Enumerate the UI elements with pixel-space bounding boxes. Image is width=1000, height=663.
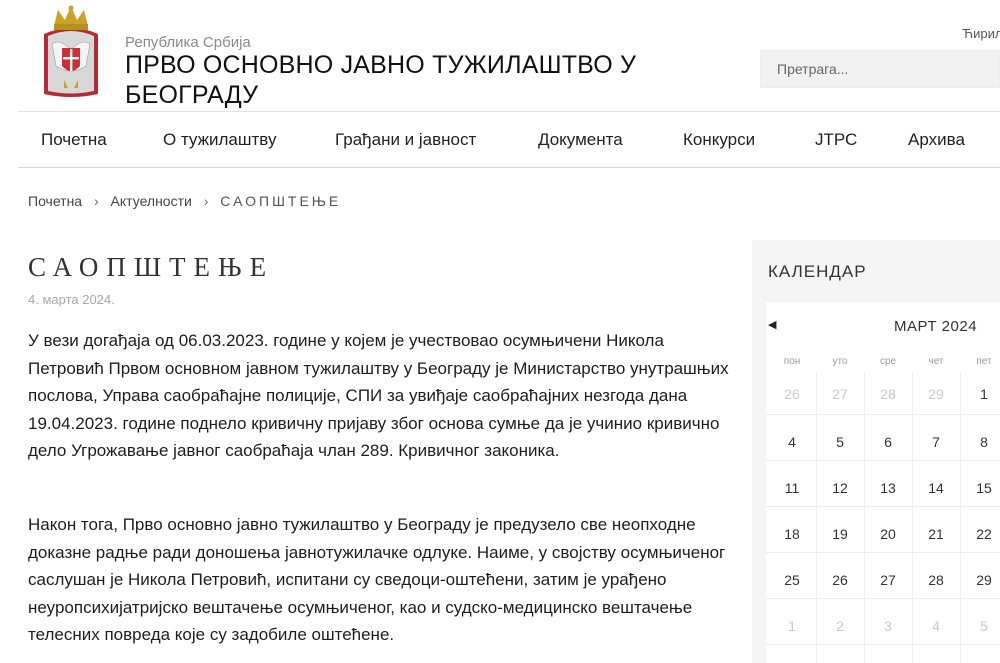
calendar-day[interactable]: 29: [961, 572, 1000, 588]
calendar-day[interactable]: 5: [961, 618, 1000, 634]
breadcrumb-section[interactable]: Актуелности: [111, 193, 192, 209]
article-paragraph: Након тога, Прво основно јавно тужилаштв…: [28, 515, 726, 644]
calendar-day[interactable]: 6: [865, 434, 911, 450]
calendar-widget: КАЛЕНДАР ◀ МАРТ 2024 пон уто сре чет пет 26 27…: [752, 240, 1000, 663]
breadcrumb-current: САОПШТЕЊЕ: [220, 193, 342, 209]
calendar-day[interactable]: 11: [769, 480, 815, 496]
calendar-day[interactable]: 25: [769, 572, 815, 588]
nav-item-home[interactable]: Почетна: [41, 130, 107, 150]
calendar-day[interactable]: 8: [961, 434, 1000, 450]
calendar-day[interactable]: 5: [817, 434, 863, 450]
nav-item-jtrs[interactable]: ЈТРС: [815, 130, 857, 150]
calendar-grid-line: [766, 644, 1000, 645]
calendar-day[interactable]: 26: [817, 572, 863, 588]
republic-label: Република Србија: [125, 34, 251, 51]
search-box[interactable]: [760, 50, 1000, 88]
calendar-day[interactable]: 29: [913, 386, 959, 402]
main-nav: Почетна О тужилаштву Грађани и јавност Д…: [18, 111, 1000, 168]
nav-item-archive[interactable]: Архива: [908, 130, 965, 150]
calendar-day[interactable]: 27: [865, 572, 911, 588]
calendar-weekday: чет: [928, 356, 944, 367]
calendar-day[interactable]: 18: [769, 526, 815, 542]
calendar-day[interactable]: 27: [817, 386, 863, 402]
calendar-day[interactable]: 7: [913, 434, 959, 450]
calendar-day[interactable]: 4: [769, 434, 815, 450]
calendar-day[interactable]: 22: [961, 526, 1000, 542]
calendar-grid: ◀ МАРТ 2024 пон уто сре чет пет 26 27 28 29 1 4 5 6 7…: [766, 302, 1000, 663]
calendar-grid-line: [766, 414, 1000, 415]
article-title: САОПШТЕЊЕ: [28, 252, 275, 282]
nav-item-citizens[interactable]: Грађани и јавност: [335, 130, 476, 150]
calendar-day[interactable]: 14: [913, 480, 959, 496]
calendar-day[interactable]: 12: [817, 480, 863, 496]
serbian-coat-of-arms-icon[interactable]: [40, 4, 102, 100]
language-switch[interactable]: Ћирилица: [962, 26, 1000, 41]
calendar-day[interactable]: 15: [961, 480, 1000, 496]
breadcrumb-home[interactable]: Почетна: [28, 193, 82, 209]
article-paragraph: У вези догађаја од 06.03.2023. године у …: [28, 331, 729, 460]
calendar-grid-line: [766, 598, 1000, 599]
breadcrumb-separator-icon: ›: [203, 193, 209, 209]
article-date: 4. марта 2024.: [28, 292, 115, 307]
calendar-day[interactable]: 1: [961, 386, 1000, 402]
calendar-day[interactable]: 26: [769, 386, 815, 402]
calendar-day[interactable]: 28: [913, 572, 959, 588]
calendar-grid-line: [766, 552, 1000, 553]
calendar-grid-line: [766, 506, 1000, 507]
triangle-left-icon[interactable]: ◀: [768, 318, 776, 331]
calendar-weekday: сре: [879, 356, 897, 367]
calendar-day[interactable]: 21: [913, 526, 959, 542]
institution-title[interactable]: ПРВО ОСНОВНО ЈАВНО ТУЖИЛАШТВО У БЕОГРАДУ: [125, 50, 645, 110]
calendar-day[interactable]: 20: [865, 526, 911, 542]
nav-item-about[interactable]: О тужилаштву: [163, 130, 276, 150]
nav-item-documents[interactable]: Документа: [538, 130, 623, 150]
search-input[interactable]: [777, 61, 987, 77]
site-header: Република Србија ПРВО ОСНОВНО ЈАВНО ТУЖИ…: [0, 0, 1000, 110]
calendar-weekday: пет: [976, 356, 992, 367]
calendar-day[interactable]: 28: [865, 386, 911, 402]
calendar-day[interactable]: 19: [817, 526, 863, 542]
nav-item-competitions[interactable]: Конкурси: [683, 130, 755, 150]
breadcrumb-separator-icon: ›: [93, 193, 99, 209]
calendar-day[interactable]: 2: [817, 618, 863, 634]
calendar-weekday: пон: [783, 356, 801, 367]
calendar-month: МАРТ 2024: [894, 318, 978, 335]
calendar-day[interactable]: 13: [865, 480, 911, 496]
calendar-day[interactable]: 4: [913, 618, 959, 634]
calendar-day[interactable]: 1: [769, 618, 815, 634]
calendar-grid-line: [766, 460, 1000, 461]
calendar-weekday: уто: [832, 356, 848, 367]
calendar-day[interactable]: 3: [865, 618, 911, 634]
calendar-heading: КАЛЕНДАР: [768, 262, 867, 281]
breadcrumb: Почетна › Актуелности › САОПШТЕЊЕ: [28, 193, 349, 209]
